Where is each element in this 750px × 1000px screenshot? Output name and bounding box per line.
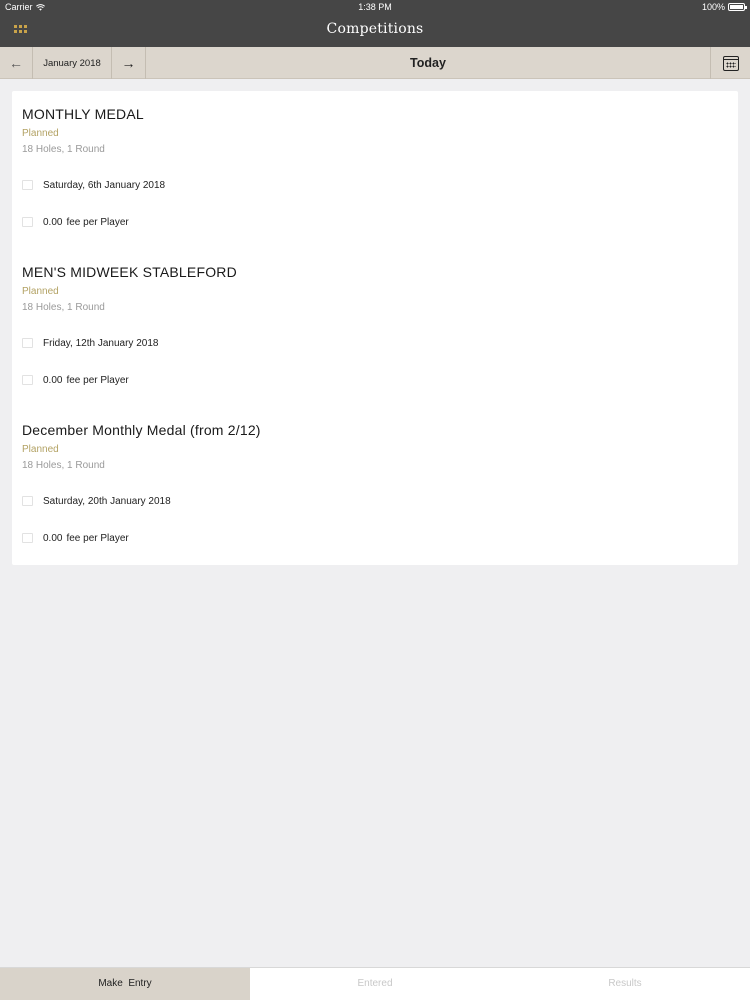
competitions-list: MONTHLY MEDAL Planned 18 Holes, 1 Round …	[12, 91, 738, 565]
fee-icon	[22, 217, 33, 227]
calendar-icon	[722, 55, 739, 71]
nav-bar: Competitions	[0, 15, 750, 47]
competition-item[interactable]: December Monthly Medal (from 2/12) Plann…	[22, 421, 722, 545]
tab-make-entry[interactable]: Make Entry	[0, 968, 250, 1000]
competition-status: Planned	[22, 128, 59, 139]
competition-item[interactable]: MONTHLY MEDAL Planned 18 Holes, 1 Round …	[22, 105, 722, 229]
arrow-left-icon: ←	[9, 55, 23, 71]
battery-indicator: 100%	[701, 2, 747, 12]
next-month-button[interactable]: →	[112, 47, 146, 79]
competition-name: December Monthly Medal (from 2/12)	[22, 422, 261, 438]
competition-name: MONTHLY MEDAL	[22, 106, 144, 122]
competition-date: Saturday, 20th January 2018	[43, 495, 171, 507]
competition-fee-label: fee per Player	[66, 216, 129, 228]
competition-fee-row: 0.00 fee per Player	[22, 531, 722, 545]
competition-format: 18 Holes, 1 Round	[22, 144, 105, 155]
status-time: 1:38 PM	[358, 2, 392, 12]
competition-fee-row: 0.00 fee per Player	[22, 373, 722, 387]
competition-fee: 0.00	[43, 532, 63, 544]
current-month-button[interactable]: January 2018	[33, 47, 112, 79]
competition-fee-label: fee per Player	[66, 374, 129, 386]
fee-icon	[22, 533, 33, 543]
competition-date-row: Saturday, 6th January 2018	[22, 178, 722, 192]
competition-status: Planned	[22, 286, 59, 297]
status-bar: Carrier 1:38 PM 100%	[0, 0, 750, 15]
calendar-button[interactable]	[710, 47, 750, 79]
arrow-right-icon: →	[121, 55, 136, 71]
previous-month-button[interactable]: ←	[0, 47, 33, 79]
tab-entered[interactable]: Entered	[250, 968, 500, 1000]
battery-icon	[728, 3, 747, 11]
page-title: Competitions	[326, 21, 424, 37]
competition-fee: 0.00	[43, 374, 63, 386]
competition-name: MEN'S MIDWEEK STABLEFORD	[22, 264, 237, 280]
competition-format: 18 Holes, 1 Round	[22, 302, 105, 313]
competition-item[interactable]: MEN'S MIDWEEK STABLEFORD Planned 18 Hole…	[22, 263, 722, 387]
fee-icon	[22, 375, 33, 385]
competition-date: Friday, 12th January 2018	[43, 337, 159, 349]
calendar-small-icon	[22, 496, 33, 506]
month-toolbar: ← January 2018 → Today	[0, 47, 750, 79]
competition-status: Planned	[22, 444, 59, 455]
tab-results[interactable]: Results	[500, 968, 750, 1000]
competition-fee-row: 0.00 fee per Player	[22, 215, 722, 229]
battery-percent: 100%	[701, 2, 725, 12]
calendar-small-icon	[22, 338, 33, 348]
competition-fee: 0.00	[43, 216, 63, 228]
today-button[interactable]: Today	[146, 47, 710, 79]
competition-date: Saturday, 6th January 2018	[43, 179, 166, 191]
competition-date-row: Friday, 12th January 2018	[22, 336, 722, 350]
competition-date-row: Saturday, 20th January 2018	[22, 494, 722, 508]
competition-fee-label: fee per Player	[66, 532, 129, 544]
tab-bar: Make Entry Entered Results	[0, 967, 750, 1000]
competition-format: 18 Holes, 1 Round	[22, 460, 105, 471]
calendar-small-icon	[22, 180, 33, 190]
